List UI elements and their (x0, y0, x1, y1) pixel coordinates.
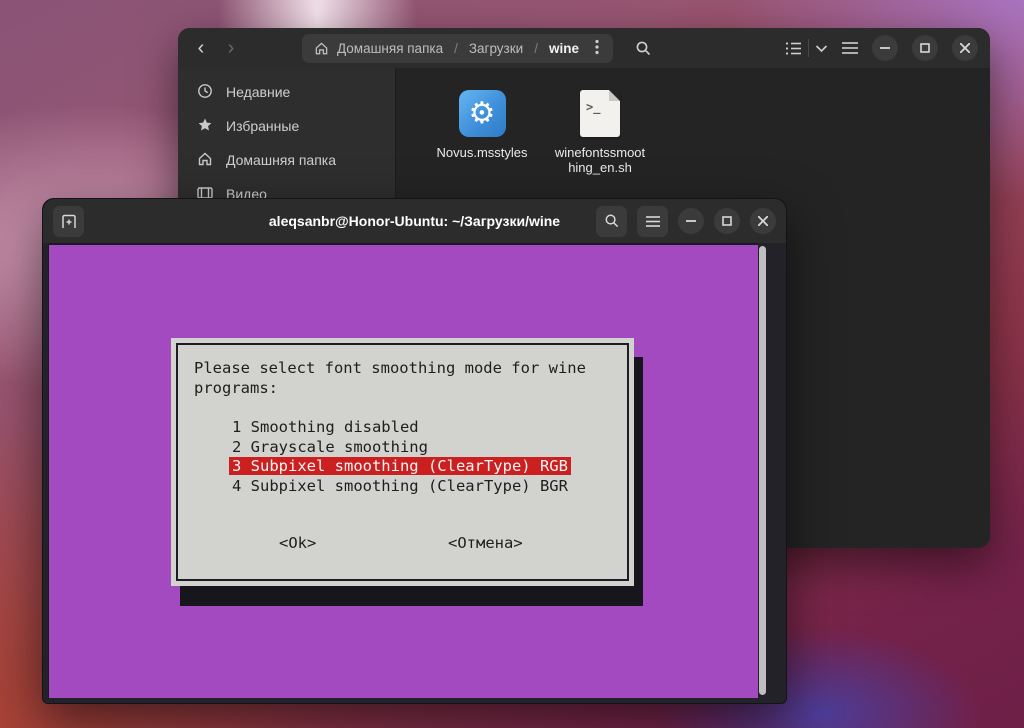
terminal-search-button[interactable] (596, 206, 627, 237)
clock-icon (197, 83, 213, 102)
home-icon (314, 41, 329, 56)
whiptail-dialog: Please select font smoothing mode for wi… (171, 338, 634, 586)
sidebar-item-label: Недавние (226, 84, 290, 100)
hamburger-menu-icon[interactable] (842, 42, 858, 54)
breadcrumb-home[interactable]: Домашняя папка (337, 41, 443, 56)
terminal-window: aleqsanbr@Honor-Ubuntu: ~/Загрузки/wine (42, 198, 787, 704)
sidebar-item-starred[interactable]: Избранные (178, 109, 395, 143)
search-icon[interactable] (635, 40, 652, 57)
new-tab-button[interactable] (53, 206, 84, 237)
breadcrumb-separator: / (451, 41, 461, 56)
chevron-down-icon[interactable] (815, 44, 828, 53)
back-button[interactable]: ‹ (190, 38, 212, 58)
minimize-button[interactable] (872, 35, 898, 61)
file-name: winefontssmoothing_en.sh (552, 145, 648, 175)
settings-file-icon: ⚙ (459, 90, 506, 137)
sidebar-item-label: Домашняя папка (226, 152, 336, 168)
breadcrumb-downloads[interactable]: Загрузки (469, 41, 523, 56)
star-icon (197, 117, 213, 136)
cancel-button[interactable]: <Отмена> (448, 534, 523, 552)
sidebar-item-recent[interactable]: Недавние (178, 75, 395, 109)
terminal-menu-button[interactable] (637, 206, 668, 237)
terminal-prompt-glyph: >_ (586, 100, 600, 114)
sidebar-item-home[interactable]: Домашняя папка (178, 143, 395, 177)
dialog-message-line2: programs: (194, 379, 278, 397)
divider (808, 39, 809, 57)
breadcrumb[interactable]: Домашняя папка / Загрузки / wine (302, 34, 613, 63)
maximize-button[interactable] (912, 35, 938, 61)
file-manager-headerbar: ‹ › Домашняя папка / Загрузки / wine (178, 28, 990, 68)
breadcrumb-current-wine[interactable]: wine (549, 41, 579, 56)
terminal-headerbar: aleqsanbr@Honor-Ubuntu: ~/Загрузки/wine (43, 199, 786, 243)
terminal-scrollbar[interactable] (759, 246, 766, 695)
file-novus-msstyles[interactable]: ⚙ Novus.msstyles (434, 90, 530, 160)
kebab-menu-icon[interactable] (587, 39, 607, 58)
menu-option-1[interactable]: 1 Smoothing disabled (194, 418, 571, 438)
home-icon (197, 151, 213, 170)
shell-script-icon: >_ (580, 90, 620, 137)
dialog-message-line1: Please select font smoothing mode for wi… (194, 359, 586, 377)
ok-button[interactable]: <Ok> (279, 534, 316, 552)
terminal-close-button[interactable] (750, 208, 776, 234)
dialog-message: Please select font smoothing mode for wi… (194, 359, 586, 398)
page-fold (609, 90, 620, 101)
list-view-icon[interactable] (785, 41, 802, 56)
close-button[interactable] (952, 35, 978, 61)
sidebar-item-label: Избранные (226, 118, 299, 134)
file-winefontssmoothing-script[interactable]: >_ winefontssmoothing_en.sh (552, 90, 648, 175)
forward-button[interactable]: › (220, 38, 242, 58)
terminal-maximize-button[interactable] (714, 208, 740, 234)
file-name: Novus.msstyles (436, 145, 527, 160)
terminal-minimize-button[interactable] (678, 208, 704, 234)
menu-option-4[interactable]: 4 Subpixel smoothing (ClearType) BGR (194, 477, 571, 497)
menu-option-2[interactable]: 2 Grayscale smoothing (194, 438, 571, 458)
menu-option-3-selected[interactable]: 3 Subpixel smoothing (ClearType) RGB (194, 457, 571, 477)
view-mode-selector[interactable] (785, 39, 828, 57)
breadcrumb-separator: / (531, 41, 541, 56)
dialog-options: 1 Smoothing disabled 2 Grayscale smoothi… (194, 418, 571, 496)
gear-icon: ⚙ (469, 99, 496, 129)
